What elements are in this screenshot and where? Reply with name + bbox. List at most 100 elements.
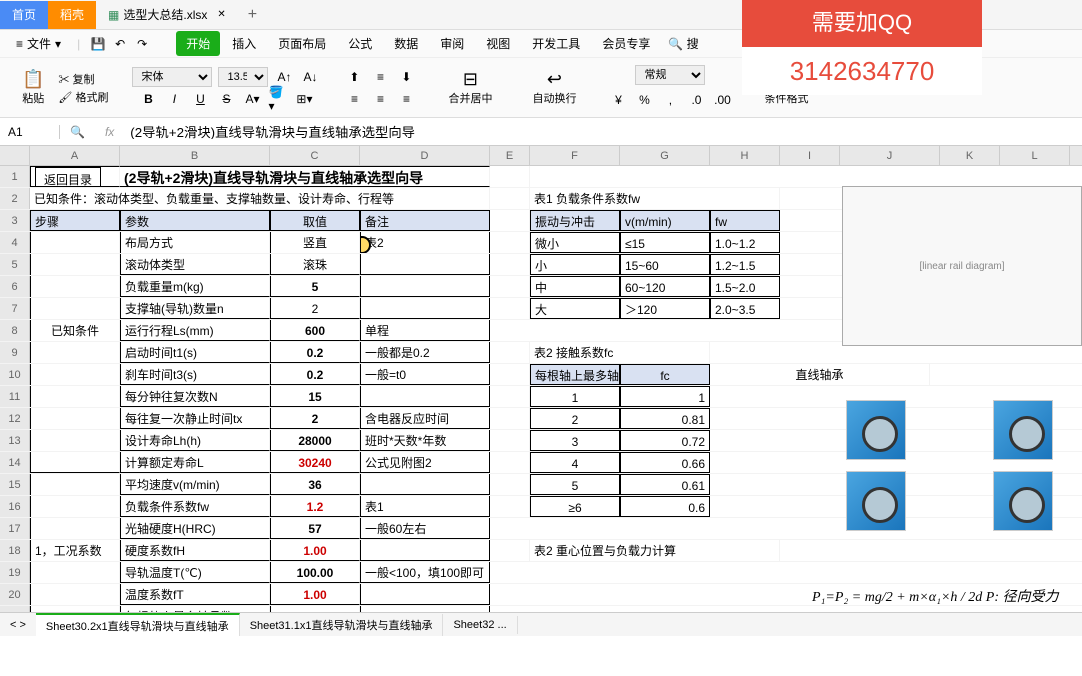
paste-button[interactable]: 📋粘贴: [14, 65, 52, 110]
menu-dev[interactable]: 开发工具: [522, 31, 590, 56]
t1-cell[interactable]: 中: [530, 276, 620, 297]
align-center-icon[interactable]: ≡: [370, 89, 390, 109]
col-header[interactable]: K: [940, 146, 1000, 165]
strike-button[interactable]: S: [216, 89, 236, 109]
note-cell[interactable]: [360, 276, 490, 297]
font-shrink-icon[interactable]: A↓: [300, 67, 320, 87]
note-cell[interactable]: 含电器反应时间: [360, 408, 490, 429]
col-header[interactable]: J: [840, 146, 940, 165]
known-cond-cell[interactable]: 已知条件：滚动体类型、负载重量、支撑轴数量、设计寿命、行程等: [30, 188, 490, 209]
t2-cell[interactable]: 1: [530, 386, 620, 407]
row-header[interactable]: 3: [0, 210, 30, 231]
value-cell[interactable]: 竖直: [270, 232, 360, 253]
param-cell[interactable]: 滚动体类型: [120, 254, 270, 275]
col-header[interactable]: E: [490, 146, 530, 165]
font-size-select[interactable]: 13.5: [218, 67, 268, 87]
value-cell[interactable]: 2: [270, 408, 360, 429]
value-cell[interactable]: 600: [270, 320, 360, 341]
value-cell[interactable]: 5: [270, 276, 360, 297]
row-header[interactable]: 10: [0, 364, 30, 385]
format-painter-button[interactable]: 🖌 格式刷: [58, 89, 108, 105]
merge-button[interactable]: ⊟合并居中: [440, 65, 500, 110]
menu-review[interactable]: 审阅: [430, 31, 474, 56]
t2b-title[interactable]: 表2 重心位置与负载力计算: [530, 540, 780, 561]
note-cell[interactable]: 班时*天数*年数: [360, 430, 490, 451]
note-cell[interactable]: [360, 474, 490, 495]
t2-cell[interactable]: 0.66: [620, 452, 710, 473]
menu-data[interactable]: 数据: [384, 31, 428, 56]
t1-cell[interactable]: 15~60: [620, 254, 710, 275]
param-cell[interactable]: 光轴硬度H(HRC): [120, 518, 270, 539]
row-header[interactable]: 8: [0, 320, 30, 341]
value-cell[interactable]: 0.2: [270, 342, 360, 363]
value-cell[interactable]: 1.00: [270, 584, 360, 605]
search-icon[interactable]: 🔍 搜: [668, 35, 698, 52]
return-cell[interactable]: 返回目录: [30, 166, 120, 187]
col-header[interactable]: H: [710, 146, 780, 165]
col-header[interactable]: A: [30, 146, 120, 165]
t2-hdr-fc[interactable]: fc: [620, 364, 710, 385]
t1-hdr-v[interactable]: v(m/min): [620, 210, 710, 231]
number-format-select[interactable]: 常规: [635, 65, 705, 85]
t2-cell[interactable]: 1: [620, 386, 710, 407]
row-header[interactable]: 4: [0, 232, 30, 253]
note-cell[interactable]: 公式见附图2: [360, 452, 490, 473]
t1-cell[interactable]: 1.0~1.2: [710, 232, 780, 253]
t2-cell[interactable]: 3: [530, 430, 620, 451]
currency-icon[interactable]: ¥: [608, 90, 628, 110]
hdr-step[interactable]: 步骤: [30, 210, 120, 231]
align-top-icon[interactable]: ⬆: [344, 67, 364, 87]
param-cell[interactable]: 计算额定寿命L: [120, 452, 270, 473]
value-cell[interactable]: 15: [270, 386, 360, 407]
param-cell[interactable]: 负载条件系数fw: [120, 496, 270, 517]
value-cell[interactable]: 滚珠: [270, 254, 360, 275]
note-cell[interactable]: [360, 540, 490, 561]
row-header[interactable]: 7: [0, 298, 30, 319]
t1-cell[interactable]: ≤15: [620, 232, 710, 253]
param-cell[interactable]: 每分钟往复次数N: [120, 386, 270, 407]
param-cell[interactable]: 刹车时间t3(s): [120, 364, 270, 385]
t1-cell[interactable]: 大: [530, 298, 620, 319]
menu-member[interactable]: 会员专享: [592, 31, 660, 56]
param-cell[interactable]: 设计寿命Lh(h): [120, 430, 270, 451]
note-cell[interactable]: [360, 254, 490, 275]
t1-cell[interactable]: ＞120: [620, 298, 710, 319]
align-mid-icon[interactable]: ≡: [370, 67, 390, 87]
italic-button[interactable]: I: [164, 89, 184, 109]
row-header[interactable]: 17: [0, 518, 30, 539]
t2-cell[interactable]: 0.61: [620, 474, 710, 495]
row-header[interactable]: 12: [0, 408, 30, 429]
align-right-icon[interactable]: ≡: [396, 89, 416, 109]
sheet-tab[interactable]: Sheet32 ...: [443, 616, 517, 634]
menu-page[interactable]: 页面布局: [268, 31, 336, 56]
t1-hdr-vib[interactable]: 振动与冲击: [530, 210, 620, 231]
value-cell[interactable]: 30240: [270, 452, 360, 473]
t2-cell[interactable]: 0.81: [620, 408, 710, 429]
note-cell[interactable]: [360, 386, 490, 407]
fill-color-button[interactable]: 🪣▾: [268, 89, 288, 109]
t2-hdr-n[interactable]: 每根轴上最多轴承数: [530, 364, 620, 385]
tab-file[interactable]: 选型大总结.xlsx✕: [96, 1, 238, 29]
col-header[interactable]: B: [120, 146, 270, 165]
t2-cell[interactable]: ≥6: [530, 496, 620, 517]
note-cell[interactable]: 单程: [360, 320, 490, 341]
copy-button[interactable]: ✂ 复制: [58, 71, 108, 87]
param-cell[interactable]: 启动时间t1(s): [120, 342, 270, 363]
row-header[interactable]: 5: [0, 254, 30, 275]
param-cell[interactable]: 平均速度v(m/min): [120, 474, 270, 495]
step-cell[interactable]: 已知条件: [30, 320, 120, 341]
row-header[interactable]: 19: [0, 562, 30, 583]
cell-reference[interactable]: A1: [0, 125, 60, 139]
value-cell[interactable]: 0.2: [270, 364, 360, 385]
undo-icon[interactable]: ↶: [110, 34, 130, 54]
t1-hdr-fw[interactable]: fw: [710, 210, 780, 231]
t1-cell[interactable]: 1.2~1.5: [710, 254, 780, 275]
note-cell[interactable]: [360, 298, 490, 319]
t1-title[interactable]: 表1 负载条件系数fw: [530, 188, 780, 209]
search-cell-icon[interactable]: 🔍: [60, 125, 95, 139]
param-cell[interactable]: 导轨温度T(℃): [120, 562, 270, 583]
value-cell[interactable]: 1.00: [270, 540, 360, 561]
note-cell[interactable]: 一般=t0: [360, 364, 490, 385]
tab-home[interactable]: 首页: [0, 1, 48, 29]
hdr-note[interactable]: 备注: [360, 210, 490, 231]
